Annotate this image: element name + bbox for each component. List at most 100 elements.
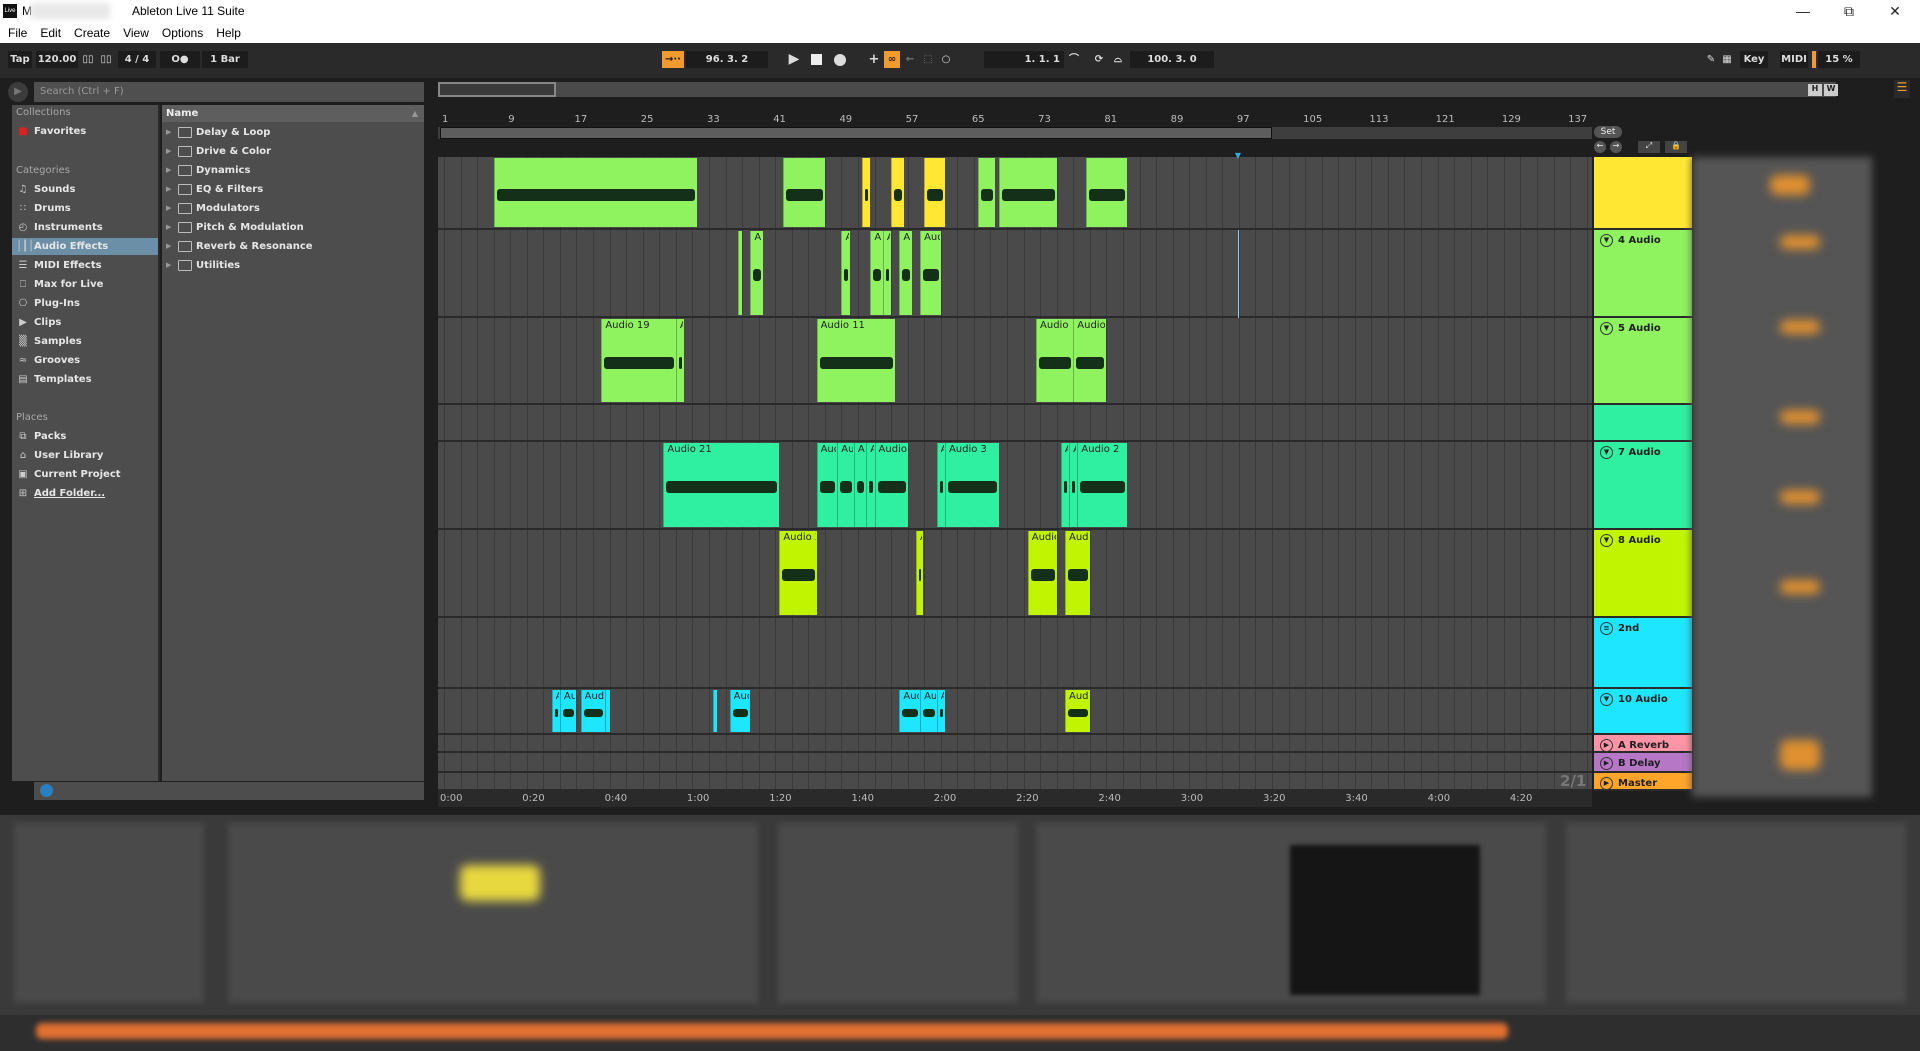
midi-map-button[interactable]: MIDI bbox=[1780, 51, 1808, 68]
audio-clip[interactable]: A bbox=[866, 443, 875, 527]
audio-clip[interactable]: A bbox=[936, 443, 945, 527]
track-fold-icon[interactable]: ▼ bbox=[1600, 322, 1613, 335]
minimize-button[interactable]: — bbox=[1780, 2, 1826, 22]
audio-clip[interactable] bbox=[1085, 158, 1128, 227]
track-fold-icon[interactable]: ▼ bbox=[1600, 446, 1613, 459]
audio-clip[interactable]: A bbox=[551, 690, 560, 732]
sidebar-item-favorites[interactable]: ■ Favorites bbox=[12, 123, 158, 140]
audio-clip[interactable]: Audi bbox=[920, 231, 941, 315]
folder-item[interactable]: ▶ Pitch & Modulation bbox=[166, 219, 304, 236]
audio-clip[interactable]: Audio 19 bbox=[601, 319, 676, 402]
loop-switch-icon[interactable]: ⟳ bbox=[1090, 51, 1108, 68]
menu-file[interactable]: File bbox=[8, 24, 27, 43]
audio-clip[interactable]: Aud bbox=[920, 690, 937, 732]
audio-clip[interactable]: Au bbox=[559, 690, 577, 732]
track-header-5-audio[interactable]: ▼ 5 Audio bbox=[1594, 318, 1692, 405]
sidebar-item-audio-effects[interactable]: │┃│ Audio Effects bbox=[12, 238, 158, 255]
play-button[interactable]: ▶ bbox=[784, 51, 804, 68]
track-lane[interactable] bbox=[438, 405, 1592, 442]
nudge-up-icon[interactable]: ▯▯ bbox=[98, 51, 114, 68]
folder-item[interactable]: ▶ Reverb & Resonance bbox=[166, 238, 313, 255]
next-locator-icon[interactable]: → bbox=[1610, 141, 1622, 153]
audio-clip[interactable]: Au bbox=[936, 690, 945, 732]
audio-clip[interactable]: Audio bbox=[729, 690, 751, 732]
track-fold-icon[interactable]: ▼ bbox=[1600, 534, 1613, 547]
audio-clip[interactable]: Audio bbox=[580, 690, 606, 732]
track-header-b-delay[interactable]: ▶ B Delay bbox=[1594, 753, 1692, 773]
sidebar-item-plug-ins[interactable]: ⎔ Plug-Ins bbox=[12, 295, 158, 312]
track-header-7-audio[interactable]: ▼ 7 Audio bbox=[1594, 442, 1692, 530]
audio-clip[interactable]: Aud bbox=[837, 443, 854, 527]
sidebar-item-sounds[interactable]: ♫ Sounds bbox=[12, 181, 158, 198]
expand-arrow-icon[interactable]: ▶ bbox=[166, 257, 171, 274]
lock-icon[interactable]: 🔒 bbox=[1665, 141, 1687, 153]
loop-start-field[interactable]: 1. 1. 1 bbox=[984, 51, 1064, 68]
audio-clip[interactable]: A bbox=[713, 690, 718, 732]
audio-clip[interactable]: Audio 3 bbox=[944, 443, 999, 527]
close-button[interactable]: ✕ bbox=[1872, 2, 1918, 22]
expand-arrow-icon[interactable]: ▶ bbox=[166, 200, 171, 217]
track-lane[interactable]: Audio 19 A Audio 11 Audio 9 Audio 12 bbox=[438, 318, 1592, 405]
track-header-group[interactable] bbox=[1594, 157, 1692, 230]
audio-clip[interactable]: A bbox=[737, 231, 743, 315]
track-play-icon[interactable]: ▶ bbox=[1600, 777, 1613, 790]
audio-clip[interactable]: Audio 12 bbox=[1073, 319, 1107, 402]
tap-tempo-button[interactable]: Tap bbox=[8, 51, 32, 68]
audio-clip[interactable]: Audi bbox=[899, 690, 921, 732]
audio-clip[interactable]: Audio 21 bbox=[663, 443, 780, 527]
folder-item[interactable]: ▶ Modulators bbox=[166, 200, 260, 217]
expand-arrow-icon[interactable]: ▶ bbox=[166, 219, 171, 236]
preview-play-icon[interactable]: ▶ bbox=[8, 82, 28, 102]
track-play-icon[interactable]: ▶ bbox=[1600, 757, 1613, 770]
follow-button[interactable]: →·· bbox=[662, 51, 684, 68]
track-lane[interactable] bbox=[438, 773, 1592, 791]
audio-clip[interactable] bbox=[891, 158, 904, 227]
expand-arrow-icon[interactable]: ▶ bbox=[166, 238, 171, 255]
sidebar-item-templates[interactable]: ▤ Templates bbox=[12, 371, 158, 388]
sidebar-item-midi-effects[interactable]: ☰ MIDI Effects bbox=[12, 257, 158, 274]
track-header-10-audio[interactable]: ▼ 10 Audio bbox=[1594, 689, 1692, 735]
expand-arrow-icon[interactable]: ▶ bbox=[166, 181, 171, 198]
metronome-button[interactable]: O● bbox=[160, 51, 200, 68]
expand-arrow-icon[interactable]: ▶ bbox=[166, 143, 171, 160]
audio-clip[interactable]: A bbox=[915, 531, 923, 615]
folder-item[interactable]: ▶ Utilities bbox=[166, 257, 240, 274]
audio-clip[interactable]: A bbox=[841, 231, 850, 315]
expand-icon[interactable]: ⤢ bbox=[1638, 141, 1660, 153]
track-header-master[interactable]: ▶ Master bbox=[1594, 773, 1692, 791]
sidebar-item-instruments[interactable]: ◴ Instruments bbox=[12, 219, 158, 236]
nudge-down-icon[interactable]: ▯▯ bbox=[80, 51, 96, 68]
track-header-2nd[interactable]: ≡ 2nd bbox=[1594, 618, 1692, 689]
sidebar-item-user-library[interactable]: ⌂ User Library bbox=[12, 447, 158, 464]
track-lane[interactable] bbox=[438, 735, 1592, 753]
audio-clip[interactable] bbox=[862, 158, 871, 227]
audio-clip[interactable]: A bbox=[870, 231, 883, 315]
audio-clip[interactable]: Au bbox=[750, 231, 763, 315]
track-header-8-audio[interactable]: ▼ 8 Audio bbox=[1594, 530, 1692, 618]
menu-create[interactable]: Create bbox=[74, 24, 110, 43]
sidebar-item-add-folder[interactable]: ⊞ Add Folder... bbox=[12, 485, 158, 502]
previous-locator-icon[interactable]: ← bbox=[1594, 141, 1606, 153]
tempo-field[interactable]: 120.00 bbox=[36, 51, 78, 68]
audio-clip[interactable]: Audio 11 bbox=[874, 443, 908, 527]
capture-icon[interactable]: ⬚ bbox=[920, 51, 936, 68]
menu-options[interactable]: Options bbox=[162, 24, 203, 43]
sidebar-item-max-for-live[interactable]: ⎕ Max for Live bbox=[12, 276, 158, 293]
optimize-height-button[interactable]: H bbox=[1808, 84, 1822, 96]
audio-clip[interactable]: Audio 2 bbox=[1077, 443, 1128, 527]
folder-item[interactable]: ▶ EQ & Filters bbox=[166, 181, 263, 198]
overview-strip[interactable] bbox=[438, 82, 1836, 97]
audio-clip[interactable] bbox=[978, 158, 995, 227]
track-lane[interactable]: Audio 2 A Audio 4 Audio bbox=[438, 530, 1592, 618]
punch-in-icon[interactable]: ⌒ bbox=[1066, 51, 1082, 68]
session-record-icon[interactable]: ○ bbox=[938, 51, 954, 68]
sidebar-item-current-project[interactable]: ▣ Current Project bbox=[12, 466, 158, 483]
audio-clip[interactable]: Audio bbox=[816, 443, 838, 527]
menu-view[interactable]: View bbox=[123, 24, 149, 43]
track-lane[interactable] bbox=[438, 157, 1592, 230]
audio-clip[interactable]: A bbox=[605, 690, 610, 732]
sidebar-item-clips[interactable]: ▶ Clips bbox=[12, 314, 158, 331]
clip-view-toggle-icon[interactable]: ☰ bbox=[1894, 80, 1910, 98]
group-fold-icon[interactable]: ≡ bbox=[1600, 622, 1613, 635]
menu-edit[interactable]: Edit bbox=[40, 24, 61, 43]
